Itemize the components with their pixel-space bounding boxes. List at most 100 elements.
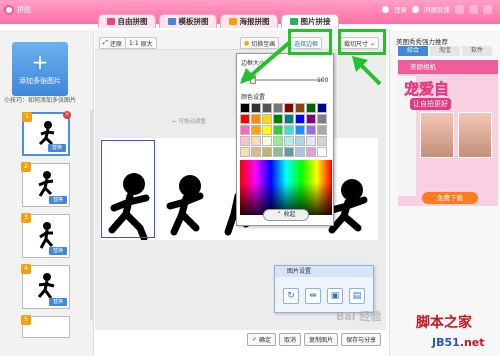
color-swatch[interactable] bbox=[251, 147, 261, 157]
mode-tabs: 自由拼图 模板拼图 海报拼图 图片拼接 bbox=[98, 14, 339, 28]
ad-banner[interactable]: 美颜相机 宠爱自 让自拍更好 免费下载 bbox=[398, 60, 498, 206]
color-swatch[interactable] bbox=[295, 136, 305, 146]
color-swatch[interactable] bbox=[273, 103, 283, 113]
delete-icon[interactable]: × bbox=[63, 111, 71, 119]
color-swatch[interactable] bbox=[251, 103, 261, 113]
app-logo-icon bbox=[4, 5, 14, 15]
color-swatch[interactable] bbox=[306, 114, 316, 124]
tab-image-stitch[interactable]: 图片拼接 bbox=[281, 14, 339, 28]
color-swatch[interactable] bbox=[273, 125, 283, 135]
color-swatch[interactable] bbox=[262, 103, 272, 113]
ad-photo-1 bbox=[420, 112, 454, 158]
collapse-button[interactable]: ⌃ 收起 bbox=[263, 209, 309, 221]
add-images-label: 添加多张图片 bbox=[19, 77, 61, 85]
color-swatch[interactable] bbox=[284, 125, 294, 135]
feedback-icon bbox=[412, 5, 419, 13]
tab-free-collage[interactable]: 自由拼图 bbox=[98, 14, 156, 28]
plus-icon: + bbox=[31, 50, 49, 74]
color-settings-label: 颜色设置 bbox=[241, 94, 266, 101]
thumbnail-number: 1 bbox=[22, 112, 32, 122]
color-swatch[interactable] bbox=[317, 103, 327, 113]
color-swatch[interactable] bbox=[284, 114, 294, 124]
original-size-button[interactable]: 1:1 原大 bbox=[125, 37, 157, 49]
color-swatch[interactable] bbox=[273, 147, 283, 157]
color-swatch[interactable] bbox=[251, 125, 261, 135]
free-collage-icon bbox=[106, 18, 115, 25]
copy-image-button[interactable]: 复制图片 bbox=[304, 333, 339, 346]
color-swatch[interactable] bbox=[295, 125, 305, 135]
color-swatch[interactable] bbox=[295, 147, 305, 157]
thumbnail-item[interactable]: 2 替换 bbox=[21, 162, 70, 207]
color-swatch[interactable] bbox=[317, 136, 327, 146]
color-swatch[interactable] bbox=[240, 125, 250, 135]
color-swatch[interactable] bbox=[317, 147, 327, 157]
top-right-controls: 登录 问题反馈 bbox=[382, 4, 492, 14]
delete-image-icon[interactable]: ▤ bbox=[349, 288, 365, 304]
selection-frame[interactable] bbox=[101, 140, 155, 238]
color-swatch[interactable] bbox=[262, 114, 272, 124]
color-swatch[interactable] bbox=[317, 125, 327, 135]
replace-button[interactable]: 替换 bbox=[48, 144, 66, 152]
tab-template-collage[interactable]: 模板拼图 bbox=[159, 14, 217, 28]
add-images-button[interactable]: + 添加多张图片 bbox=[12, 42, 68, 96]
feedback-link[interactable]: 问题反馈 bbox=[424, 4, 450, 14]
tab-software[interactable]: 软件 bbox=[462, 46, 492, 56]
color-swatch[interactable] bbox=[240, 103, 250, 113]
recommend-title: 美图秀秀强力推荐 bbox=[396, 38, 448, 46]
color-swatch[interactable] bbox=[284, 147, 294, 157]
color-swatch[interactable] bbox=[273, 114, 283, 124]
replace-button[interactable]: 替换 bbox=[49, 247, 67, 255]
color-spectrum[interactable] bbox=[240, 160, 332, 215]
crop-icon[interactable]: ▣ bbox=[327, 288, 343, 304]
color-swatches bbox=[240, 103, 327, 157]
color-swatch[interactable] bbox=[240, 147, 250, 157]
color-swatch[interactable] bbox=[251, 136, 261, 146]
thumbnail-item[interactable]: 1 × 替换 bbox=[22, 111, 71, 156]
color-swatch[interactable] bbox=[251, 114, 261, 124]
tab-taobao[interactable]: 淘宝 bbox=[430, 46, 460, 56]
color-swatch[interactable] bbox=[295, 114, 305, 124]
stitch-icon bbox=[289, 18, 298, 25]
bottom-actions: ✔ 确定 取消 复制图片 保存与分享 bbox=[247, 333, 382, 346]
maximize-button[interactable] bbox=[469, 4, 478, 14]
confirm-button[interactable]: ✔ 确定 bbox=[247, 333, 277, 346]
flip-horizontal-icon[interactable]: ⇹ bbox=[305, 288, 321, 304]
thumbnail-item[interactable]: 3 替换 bbox=[21, 213, 70, 258]
thumbnail-item[interactable]: 5 bbox=[21, 315, 70, 338]
color-swatch[interactable] bbox=[262, 136, 272, 146]
close-button[interactable] bbox=[483, 4, 492, 14]
baidu-watermark: Bai 经验 bbox=[336, 310, 382, 323]
ad-subline: 让自拍更好 bbox=[410, 98, 451, 110]
minimize-button[interactable] bbox=[455, 4, 464, 14]
thumbnail-scrollbar[interactable] bbox=[90, 110, 94, 320]
color-swatch[interactable] bbox=[306, 136, 316, 146]
thumbnail-list: 1 × 替换 2 替换 3 替换 4 替换 5 bbox=[21, 111, 72, 345]
color-swatch[interactable] bbox=[273, 136, 283, 146]
color-swatch[interactable] bbox=[240, 136, 250, 146]
color-swatch[interactable] bbox=[284, 136, 294, 146]
replace-button[interactable]: 替换 bbox=[49, 196, 67, 204]
cancel-button[interactable]: 取消 bbox=[279, 333, 302, 346]
color-swatch[interactable] bbox=[295, 103, 305, 113]
user-icon bbox=[382, 5, 389, 13]
tip-link[interactable]: 小技巧：如何添加多张图片 bbox=[4, 95, 76, 104]
thumbnail-item[interactable]: 4 替换 bbox=[21, 264, 70, 309]
replace-button[interactable]: 替换 bbox=[49, 298, 67, 306]
color-swatch[interactable] bbox=[306, 147, 316, 157]
color-swatch[interactable] bbox=[262, 125, 272, 135]
color-swatch[interactable] bbox=[306, 103, 316, 113]
rotate-icon[interactable]: ↻ bbox=[283, 288, 299, 304]
color-swatch[interactable] bbox=[284, 103, 294, 113]
save-share-button[interactable]: 保存与分享 bbox=[341, 333, 382, 346]
color-swatch[interactable] bbox=[262, 147, 272, 157]
color-swatch[interactable] bbox=[306, 125, 316, 135]
ad-headline: 宠爱自 bbox=[404, 80, 450, 99]
tab-general[interactable]: 综合 bbox=[398, 46, 428, 56]
tab-poster-collage[interactable]: 海报拼图 bbox=[220, 14, 278, 28]
ad-download-button[interactable]: 免费下载 bbox=[422, 192, 478, 204]
restore-button[interactable]: ⤢ 还原 bbox=[99, 37, 126, 49]
login-link[interactable]: 登录 bbox=[394, 4, 407, 14]
color-swatch[interactable] bbox=[317, 114, 327, 124]
color-swatch[interactable] bbox=[240, 114, 250, 124]
jb51-watermark: JB51.net bbox=[432, 336, 485, 349]
